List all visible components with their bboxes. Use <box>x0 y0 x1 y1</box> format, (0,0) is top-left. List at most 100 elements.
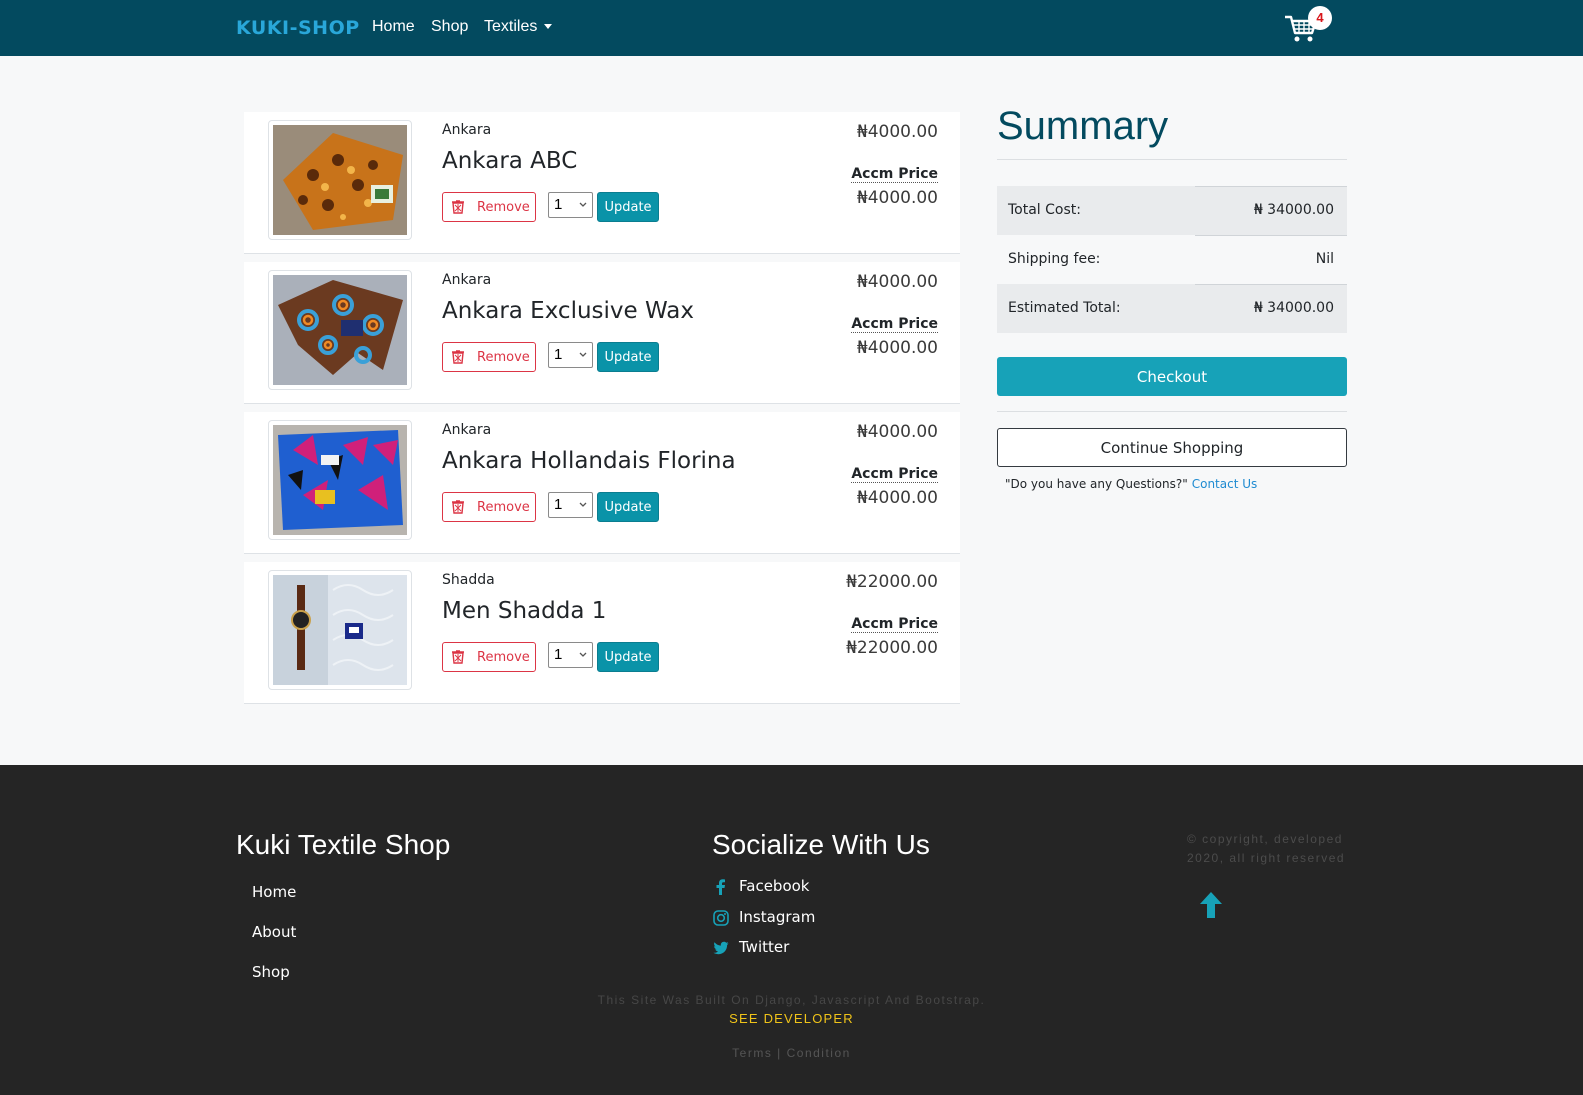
accm-price-label: Accm Price <box>851 616 938 633</box>
ankara-orange-fabric-image <box>273 125 407 235</box>
twitter-icon <box>713 941 729 955</box>
nav-home[interactable]: Home <box>372 18 415 36</box>
quantity-select[interactable]: 1 <box>548 192 593 218</box>
quantity-select[interactable]: 1 <box>548 492 593 518</box>
trash-icon <box>452 350 464 364</box>
trash-icon <box>452 500 464 514</box>
total-cost-row: Total Cost: ₦ 34000.00 <box>997 186 1347 235</box>
product-category: Ankara <box>442 122 492 138</box>
accm-price: ₦4000.00 <box>856 188 938 208</box>
copyright-text: © copyright, developed 2020, all right r… <box>1187 832 1346 865</box>
remove-button[interactable]: Remove <box>442 342 536 372</box>
summary-title: Summary <box>997 104 1169 148</box>
divider <box>1195 235 1347 236</box>
unit-price: ₦4000.00 <box>856 272 938 292</box>
quantity-value: 1 <box>554 646 563 663</box>
checkout-button[interactable]: Checkout <box>997 357 1347 396</box>
shipping-fee-row: Shipping fee: Nil <box>997 235 1347 284</box>
footer-link-home[interactable]: Home <box>252 883 296 901</box>
product-thumbnail[interactable] <box>268 270 412 390</box>
see-developer-link[interactable]: SEE DEVELOPER <box>0 1011 1583 1026</box>
update-button[interactable]: Update <box>597 492 659 522</box>
chevron-down-icon <box>579 652 587 657</box>
remove-label: Remove <box>477 350 530 365</box>
chevron-down-icon <box>579 352 587 357</box>
estimated-total-value: ₦ 34000.00 <box>1253 300 1334 316</box>
accm-price-label: Accm Price <box>851 466 938 483</box>
product-thumbnail[interactable] <box>268 120 412 240</box>
nav-textiles-label: Textiles <box>484 18 538 35</box>
product-name: Ankara Hollandais Florina <box>442 448 736 474</box>
arrow-up-icon[interactable] <box>1195 889 1227 921</box>
divider <box>997 411 1347 412</box>
contact-us-link[interactable]: Contact Us <box>1192 477 1258 491</box>
accm-price-label: Accm Price <box>851 166 938 183</box>
accm-price: ₦22000.00 <box>846 638 938 658</box>
accm-price: ₦4000.00 <box>856 338 938 358</box>
total-cost-label: Total Cost: <box>1008 202 1081 218</box>
facebook-icon <box>716 879 725 895</box>
nav-shop[interactable]: Shop <box>431 18 468 36</box>
quantity-select[interactable]: 1 <box>548 642 593 668</box>
product-name: Ankara Exclusive Wax <box>442 298 694 324</box>
product-name: Ankara ABC <box>442 148 578 174</box>
estimated-total-row: Estimated Total: ₦ 34000.00 <box>997 284 1347 333</box>
footer-social-title: Socialize With Us <box>712 829 930 860</box>
continue-shopping-button[interactable]: Continue Shopping <box>997 428 1347 467</box>
divider <box>997 159 1347 160</box>
quantity-value: 1 <box>554 346 563 363</box>
remove-label: Remove <box>477 650 530 665</box>
quantity-value: 1 <box>554 496 563 513</box>
footer-link-shop[interactable]: Shop <box>252 963 290 981</box>
cart-item: Ankara Ankara ABC Remove 1 Update ₦4000.… <box>244 112 960 254</box>
update-button[interactable]: Update <box>597 642 659 672</box>
trash-icon <box>452 650 464 664</box>
top-navbar: KUKI-SHOP Home Shop Textiles 4 <box>0 0 1583 56</box>
product-category: Ankara <box>442 422 492 438</box>
ankara-blue-pink-fabric-image <box>273 425 407 535</box>
remove-button[interactable]: Remove <box>442 642 536 672</box>
unit-price: ₦4000.00 <box>856 422 938 442</box>
update-button[interactable]: Update <box>597 342 659 372</box>
trash-icon <box>452 200 464 214</box>
remove-button[interactable]: Remove <box>442 192 536 222</box>
instagram-icon <box>713 910 729 926</box>
unit-price: ₦22000.00 <box>846 572 938 592</box>
chevron-down-icon <box>579 502 587 507</box>
built-with-text: This Site Was Built On Django, Javascrip… <box>597 993 986 1007</box>
remove-button[interactable]: Remove <box>442 492 536 522</box>
footer: Kuki Textile Shop Home About Shop Social… <box>0 765 1583 1095</box>
remove-label: Remove <box>477 200 530 215</box>
product-thumbnail[interactable] <box>268 570 412 690</box>
divider <box>1195 186 1347 187</box>
twitter-label: Twitter <box>739 938 790 956</box>
nav-textiles-dropdown[interactable]: Textiles <box>484 18 553 36</box>
accm-price: ₦4000.00 <box>856 488 938 508</box>
product-category: Ankara <box>442 272 492 288</box>
facebook-label: Facebook <box>739 877 810 895</box>
questions-note: "Do you have any Questions?" Contact Us <box>1005 477 1257 491</box>
cart-count-badge: 4 <box>1308 6 1332 30</box>
estimated-total-label: Estimated Total: <box>1008 300 1121 316</box>
remove-label: Remove <box>477 500 530 515</box>
brand-logo[interactable]: KUKI-SHOP <box>236 17 360 39</box>
shipping-fee-label: Shipping fee: <box>1008 251 1101 267</box>
update-button[interactable]: Update <box>597 192 659 222</box>
product-category: Shadda <box>442 572 495 588</box>
divider <box>1195 284 1347 285</box>
product-name: Men Shadda 1 <box>442 598 607 624</box>
shipping-fee-value: Nil <box>1315 251 1334 267</box>
quantity-value: 1 <box>554 196 563 213</box>
ankara-circles-fabric-image <box>273 275 407 385</box>
footer-link-about[interactable]: About <box>252 923 296 941</box>
shadda-fabric-with-watch-image <box>273 575 407 685</box>
total-cost-value: ₦ 34000.00 <box>1253 202 1334 218</box>
instagram-label: Instagram <box>739 908 816 926</box>
cart-item: Ankara Ankara Hollandais Florina Remove … <box>244 412 960 554</box>
quantity-select[interactable]: 1 <box>548 342 593 368</box>
footer-shop-title: Kuki Textile Shop <box>236 829 451 860</box>
product-thumbnail[interactable] <box>268 420 412 540</box>
terms-condition-link[interactable]: Terms | Condition <box>0 1046 1583 1060</box>
chevron-down-icon <box>579 202 587 207</box>
unit-price: ₦4000.00 <box>856 122 938 142</box>
